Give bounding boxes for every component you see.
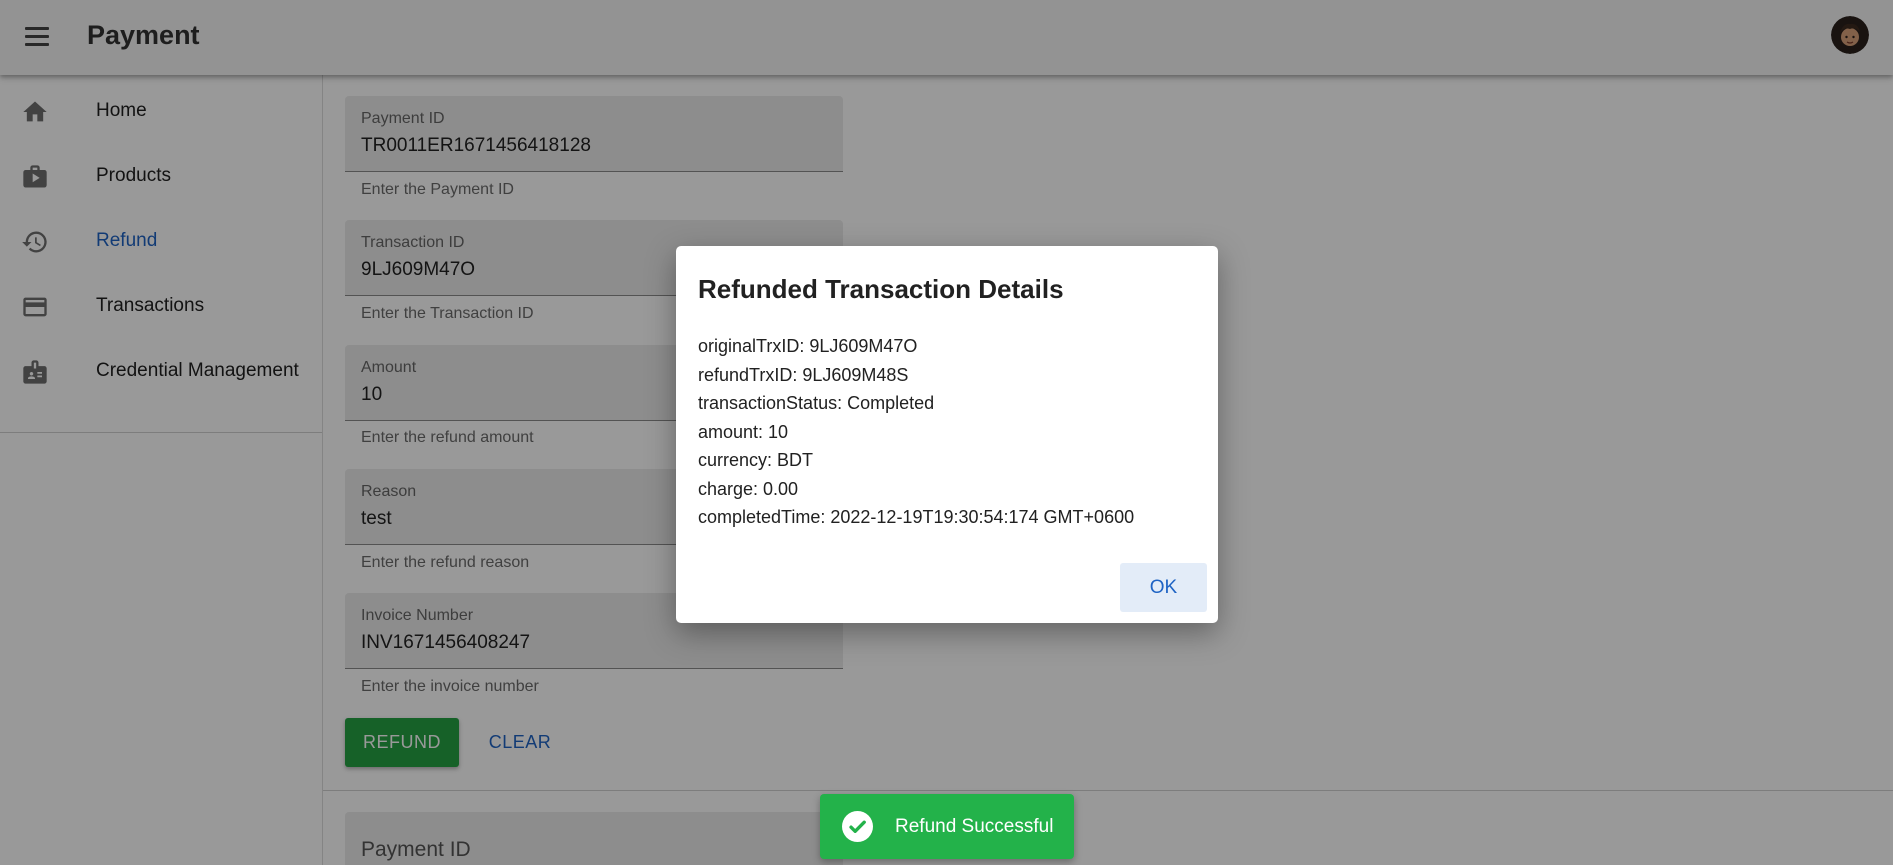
detail-transaction-status: transactionStatus: Completed (698, 393, 935, 413)
ok-button[interactable]: OK (1120, 563, 1207, 612)
detail-currency: currency: BDT (698, 450, 814, 470)
snackbar-message: Refund Successful (895, 816, 1054, 837)
detail-list: originalTrxID: 9LJ609M47O refundTrxID: 9… (698, 332, 1134, 532)
detail-charge: charge: 0.00 (698, 478, 799, 499)
check-circle-icon (842, 811, 873, 842)
detail-refund-trx-id: refundTrxID: 9LJ609M48S (698, 364, 909, 385)
refund-details-dialog: Refunded Transaction Details originalTrx… (676, 246, 1218, 623)
success-snackbar: Refund Successful (820, 794, 1074, 859)
detail-original-trx-id: originalTrxID: 9LJ609M47O (698, 336, 918, 356)
dialog-title: Refunded Transaction Details (698, 274, 1064, 304)
detail-amount: amount: 10 (698, 421, 789, 442)
detail-completed-time: completedTime: 2022-12-19T19:30:54:174 G… (698, 507, 1135, 527)
